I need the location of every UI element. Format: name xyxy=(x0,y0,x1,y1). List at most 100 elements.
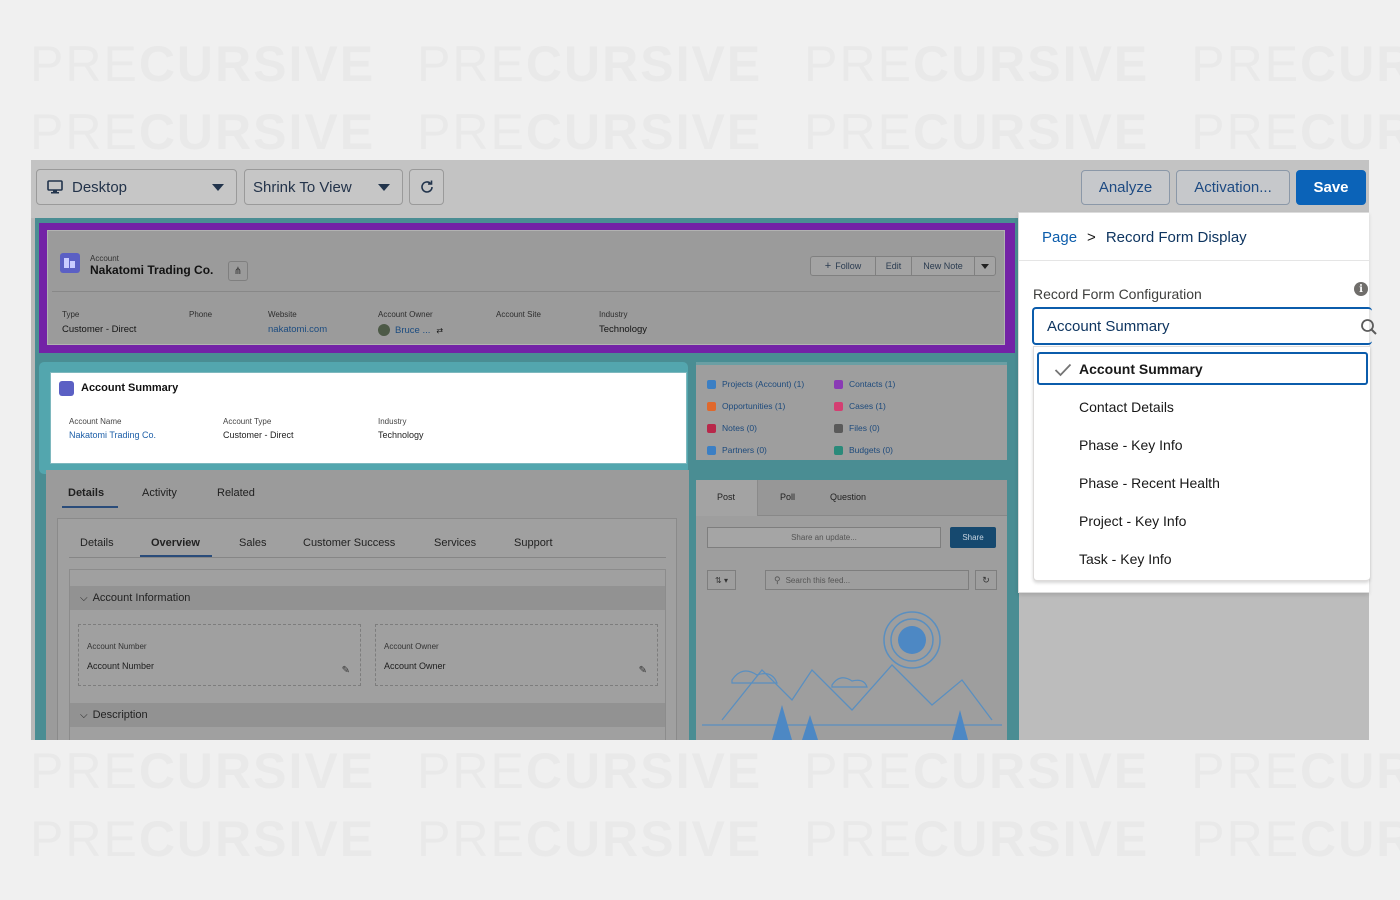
breadcrumb: Page > Record Form Display xyxy=(1042,229,1247,246)
cases-icon xyxy=(834,401,843,411)
tab-question[interactable]: Question xyxy=(830,492,866,502)
field-label: Industry xyxy=(599,310,628,319)
account-summary-card: Account Summary Account Name Nakatomi Tr… xyxy=(50,372,687,464)
chevron-down-icon: ⌵ xyxy=(80,709,88,721)
tabs-component: Details Activity Related Details Overvie… xyxy=(46,470,689,740)
field-value: Technology xyxy=(599,324,648,335)
option-phase-recent-health[interactable]: Phase - Recent Health xyxy=(1037,466,1368,499)
subtab-overview[interactable]: Overview xyxy=(151,537,200,549)
card-title: Account Summary xyxy=(81,382,179,394)
related-link[interactable]: Contacts (1) xyxy=(834,379,895,389)
owner-link: Bruce ... xyxy=(395,324,431,336)
section-description[interactable]: ⌵ Description xyxy=(70,703,665,727)
check-icon xyxy=(1054,363,1072,380)
tab-related[interactable]: Related xyxy=(217,487,255,499)
website-link[interactable]: nakatomi.com xyxy=(268,324,327,335)
search-icon: ⚲ xyxy=(774,574,781,585)
divider xyxy=(1019,260,1370,261)
section-account-information[interactable]: ⌵ Account Information xyxy=(70,586,665,610)
breadcrumb-current: Record Form Display xyxy=(1105,229,1247,246)
record-form-config-combobox[interactable]: Account Summary xyxy=(1032,307,1377,345)
budgets-icon xyxy=(834,445,843,455)
option-phase-key-info[interactable]: Phase - Key Info xyxy=(1037,428,1368,461)
option-task-key-info[interactable]: Task - Key Info xyxy=(1037,542,1368,575)
sub-tabs-panel: Details Overview Sales Customer Success … xyxy=(57,518,677,740)
related-link[interactable]: Files (0) xyxy=(834,423,880,433)
page-canvas: Account Nakatomi Trading Co. ⋔ + Follow … xyxy=(35,218,1019,740)
view-select[interactable]: Shrink To View xyxy=(244,169,403,205)
builder-toolbar: Desktop Shrink To View Analyze Activatio… xyxy=(31,160,1369,218)
field-label: Industry xyxy=(378,417,407,426)
change-owner-icon: ⇄ xyxy=(436,325,444,335)
field-label: Type xyxy=(62,310,80,319)
option-contact-details[interactable]: Contact Details xyxy=(1037,390,1368,423)
related-link[interactable]: Partners (0) xyxy=(707,445,767,455)
notes-icon xyxy=(707,423,716,433)
tab-details[interactable]: Details xyxy=(68,487,104,499)
caret-down-icon xyxy=(212,184,224,191)
active-tab-indicator xyxy=(62,506,118,508)
header-actions: + Follow Edit New Note xyxy=(810,256,996,276)
refresh-icon xyxy=(419,179,435,195)
hierarchy-icon: ⋔ xyxy=(233,265,243,277)
analyze-button[interactable]: Analyze xyxy=(1081,170,1170,205)
record-detail-section: ⌵ Account Information Account Number Acc… xyxy=(69,569,666,740)
share-update-input[interactable]: Share an update... xyxy=(707,527,941,548)
info-icon[interactable]: i xyxy=(1354,282,1368,296)
owner-value[interactable]: Bruce ... ⇄ xyxy=(378,324,443,336)
sort-button[interactable]: ⇅ ▾ xyxy=(707,570,736,590)
watermark-row: PRECURSIVEPRECURSIVEPRECURSIVEPRECURSIVE xyxy=(30,36,1400,92)
field-account-number[interactable]: Account Number Account Number ✎ xyxy=(78,624,361,686)
feed-refresh-button[interactable]: ↻ xyxy=(975,570,997,590)
field-value: Account Owner xyxy=(384,661,446,671)
follow-button[interactable]: + Follow xyxy=(810,256,876,276)
object-label: Account xyxy=(90,254,119,263)
refresh-button[interactable] xyxy=(409,169,444,205)
save-button[interactable]: Save xyxy=(1296,170,1366,205)
option-account-summary[interactable]: Account Summary xyxy=(1037,352,1368,385)
highlights-panel-component[interactable]: Account Nakatomi Trading Co. ⋔ + Follow … xyxy=(39,223,1015,353)
pencil-icon: ✎ xyxy=(341,665,350,676)
plus-icon: + xyxy=(824,260,832,272)
refresh-icon: ↻ xyxy=(982,574,990,585)
account-icon xyxy=(59,381,74,396)
record-form-component[interactable]: Account Summary Account Name Nakatomi Tr… xyxy=(39,362,688,474)
chatter-feed-component: Post Poll Question Share an update... Sh… xyxy=(696,480,1007,740)
tab-poll[interactable]: Poll xyxy=(780,492,795,502)
new-note-button[interactable]: New Note xyxy=(911,256,975,276)
subtab-services[interactable]: Services xyxy=(434,537,476,549)
related-link[interactable]: Projects (Account) (1) xyxy=(707,379,804,389)
activation-button[interactable]: Activation... xyxy=(1176,170,1290,205)
breadcrumb-page-link[interactable]: Page xyxy=(1042,229,1077,246)
combobox-value: Account Summary xyxy=(1047,317,1170,335)
subtab-customer-success[interactable]: Customer Success xyxy=(303,537,395,549)
avatar xyxy=(378,324,390,336)
related-link[interactable]: Cases (1) xyxy=(834,401,886,411)
field-label: Account Site xyxy=(496,310,541,319)
watermark-row: PRECURSIVEPRECURSIVEPRECURSIVEPRECURSIVE xyxy=(30,811,1400,867)
subtab-sales[interactable]: Sales xyxy=(239,537,267,549)
related-link[interactable]: Notes (0) xyxy=(707,423,757,433)
edit-button[interactable]: Edit xyxy=(875,256,912,276)
device-select[interactable]: Desktop xyxy=(36,169,237,205)
field-label: Account Owner xyxy=(378,310,433,319)
tab-post[interactable]: Post xyxy=(717,492,735,502)
related-link[interactable]: Budgets (0) xyxy=(834,445,893,455)
field-label: Phone xyxy=(189,310,213,319)
feed-search-input[interactable]: ⚲ Search this feed... xyxy=(765,570,969,590)
breadcrumb-separator: > xyxy=(1087,229,1096,246)
hierarchy-button[interactable]: ⋔ xyxy=(228,261,248,281)
option-project-key-info[interactable]: Project - Key Info xyxy=(1037,504,1368,537)
subtab-details[interactable]: Details xyxy=(80,537,114,549)
share-button[interactable]: Share xyxy=(950,527,996,548)
account-icon xyxy=(60,253,80,273)
subtab-support[interactable]: Support xyxy=(514,537,553,549)
more-actions-button[interactable] xyxy=(974,256,996,276)
related-link[interactable]: Opportunities (1) xyxy=(707,401,785,411)
divider xyxy=(52,291,1000,292)
tab-activity[interactable]: Activity xyxy=(142,487,177,499)
account-name-link[interactable]: Nakatomi Trading Co. xyxy=(69,430,156,440)
field-account-owner[interactable]: Account Owner Account Owner ✎ xyxy=(375,624,658,686)
config-label: Record Form Configuration xyxy=(1033,286,1202,302)
field-value: Customer - Direct xyxy=(62,324,137,335)
